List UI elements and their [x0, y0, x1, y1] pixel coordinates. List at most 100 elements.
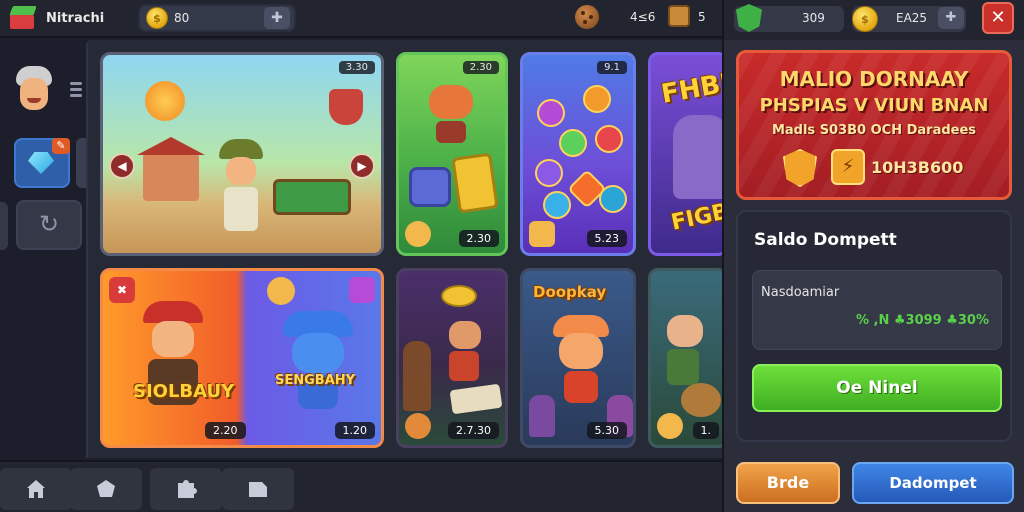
secondary-button[interactable]: Brde	[736, 462, 840, 504]
game-card-4[interactable]: FHBH FIGB	[648, 52, 728, 256]
cookie-icon	[575, 5, 599, 29]
book-icon	[449, 383, 503, 415]
avatar[interactable]	[12, 66, 56, 118]
wallet-button[interactable]: Dadompet	[852, 462, 1014, 504]
promo-title: MALIO DORNAAY	[779, 67, 969, 91]
pentagon-icon	[97, 480, 115, 497]
hand-icon	[405, 413, 431, 439]
notification-badge-icon: ✎	[52, 138, 70, 154]
coin-icon	[441, 285, 477, 307]
gem-icon	[595, 125, 623, 153]
chest-count: 5	[698, 10, 706, 24]
barrel-icon	[681, 383, 721, 417]
gem-shop-button[interactable]: ✎	[14, 138, 70, 188]
game-price: 2.20	[205, 422, 246, 439]
game-title-2: FIGB	[669, 199, 728, 236]
game-price-2: 1.20	[334, 422, 375, 439]
next-arrow-button[interactable]: ▶	[349, 153, 375, 179]
home-icon	[27, 480, 45, 498]
game-card-3[interactable]: 9.1 5.23	[520, 52, 636, 256]
promo-amount: 10H3B600	[871, 158, 964, 177]
gem-icon	[28, 152, 54, 174]
wallet-cta-button[interactable]: Oe Ninel	[752, 364, 1002, 412]
shield-icon	[736, 4, 762, 32]
add-gold-button[interactable]: ✚	[938, 7, 964, 29]
promo-banner[interactable]: MALIO DORNAAY PHSPIAS V VIUN BNAN Madls …	[736, 50, 1012, 200]
gem-icon	[537, 99, 565, 127]
coin-balance: $ 80 ✚	[138, 4, 296, 32]
shield-badge-icon	[783, 149, 817, 187]
game-tag: 3.30	[338, 61, 375, 74]
lightning-badge-icon: ⚡	[831, 149, 865, 185]
game-price: 2.7.30	[448, 422, 499, 439]
bottom-nav	[0, 460, 722, 512]
map-icon	[249, 482, 267, 497]
wallet-stats: % ,N ♣3099 ♣30%	[855, 313, 989, 328]
sun-icon	[145, 81, 185, 121]
nav-map[interactable]	[222, 468, 294, 510]
cookie-count: 4≤6	[630, 10, 656, 24]
gem-balance: 309	[734, 4, 844, 32]
game-card-8[interactable]: 1.	[648, 268, 728, 448]
nav-puzzle[interactable]	[150, 468, 222, 510]
game-tag: 9.1	[597, 61, 627, 74]
coin-icon	[405, 221, 431, 247]
brand[interactable]: Nitrachi	[8, 4, 118, 32]
coin-icon	[267, 277, 295, 305]
hero-character	[219, 139, 263, 239]
side-tab-left[interactable]	[0, 202, 8, 250]
game-price: 5.30	[586, 422, 627, 439]
game-title: FHBH	[659, 66, 728, 110]
prev-arrow-button[interactable]: ◀	[109, 153, 135, 179]
coin-icon: $	[852, 6, 878, 32]
nav-home[interactable]	[0, 468, 72, 510]
coin-icon: $	[146, 7, 168, 29]
game-card-6[interactable]: 2.7.30	[396, 268, 508, 448]
gem-icon	[599, 185, 627, 213]
wallet-card: Saldo Dompett Nasdoamiar % ,N ♣3099 ♣30%…	[736, 210, 1012, 442]
game-card-1[interactable]: ◀ ▶ 3.30	[100, 52, 384, 256]
close-icon: ✕	[990, 7, 1006, 28]
add-coins-button[interactable]: ✚	[264, 7, 290, 29]
chest-icon	[529, 221, 555, 247]
close-button[interactable]: ✕	[982, 2, 1014, 34]
goblin-character	[429, 85, 473, 143]
coin-icon	[657, 413, 683, 439]
house-icon	[137, 137, 205, 201]
coin-balance-value: 80	[174, 11, 190, 25]
wallet-panel: 309 $ EA25 ✚ ✕ MALIO DORNAAY PHSPIAS V V…	[722, 0, 1024, 512]
game-title: Doopkay	[533, 283, 607, 301]
game-card-5[interactable]: ✖ SIOLBAUY SENGBAHY 2.20 1.20	[100, 268, 384, 448]
refresh-icon: ↻	[38, 210, 60, 238]
pot-icon	[329, 89, 363, 125]
wallet-balance-box: Nasdoamiar % ,N ♣3099 ♣30%	[752, 270, 1002, 350]
game-card-7[interactable]: Doopkay 5.30	[520, 268, 636, 448]
nav-store[interactable]	[70, 468, 142, 510]
top-bar: Nitrachi $ 80 ✚ 4≤6 5	[0, 0, 722, 38]
gold-balance: $ EA25 ✚	[852, 6, 966, 32]
chest-icon[interactable]	[668, 5, 690, 27]
block-cube-icon	[8, 6, 38, 30]
refresh-button[interactable]: ↻	[16, 200, 82, 250]
wallet-title: Saldo Dompett	[754, 230, 897, 250]
gold-balance-value: EA25	[896, 11, 928, 25]
menu-icon[interactable]	[70, 82, 84, 100]
gift-icon[interactable]	[349, 277, 375, 303]
gem-icon	[583, 85, 611, 113]
side-tab[interactable]	[76, 138, 86, 188]
game-price: 5.23	[586, 230, 627, 247]
game-card-2[interactable]: 2.30 2.30	[396, 52, 508, 256]
game-price: 2.30	[458, 230, 499, 247]
friend-character	[529, 395, 555, 437]
promo-description: Madls S03B0 OCH Daradees	[771, 123, 977, 138]
puzzle-icon	[178, 480, 197, 498]
brand-name: Nitrachi	[46, 10, 105, 26]
gold-bar-icon	[451, 152, 499, 214]
gem-balance-value: 309	[802, 11, 825, 25]
kid-character	[449, 321, 485, 385]
treasure-chest-icon	[273, 179, 351, 215]
promo-subtitle: PHSPIAS V VIUN BNAN	[759, 95, 989, 116]
monster-character	[673, 115, 725, 199]
mouse-character	[283, 311, 353, 411]
close-icon[interactable]: ✖	[109, 277, 135, 303]
